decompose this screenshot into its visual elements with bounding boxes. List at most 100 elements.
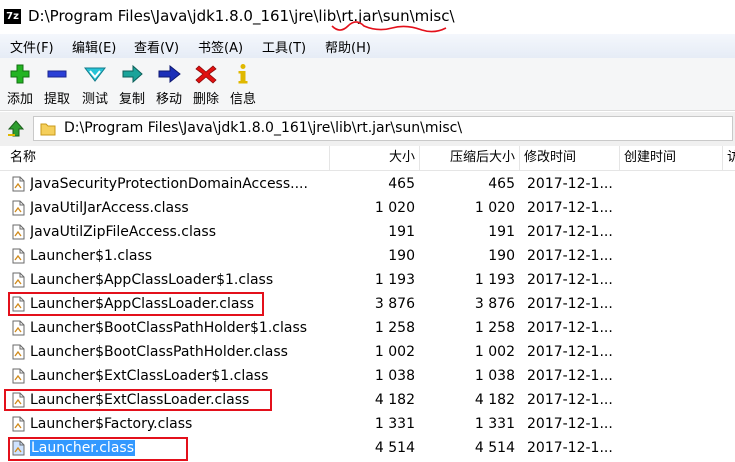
file-icon — [12, 176, 25, 192]
menu-bookmarks[interactable]: 书签(A) — [198, 37, 243, 56]
file-row[interactable]: Launcher$AppClassLoader.class 3 876 3 876 2… — [0, 292, 735, 316]
file-row[interactable]: Launcher$Factory.class 1 331 1 331 2017-12-… — [0, 412, 735, 436]
column-created[interactable]: 创建时间 — [620, 146, 723, 170]
menu-help[interactable]: 帮助(H) — [325, 37, 371, 56]
copy-label: 复制 — [118, 92, 145, 107]
file-size: 1 020 — [374, 200, 415, 216]
file-packed-size: 1 258 — [474, 320, 515, 336]
file-modified: 2017-12-1... — [527, 392, 613, 408]
file-modified: 2017-12-1... — [527, 416, 613, 432]
menu-view[interactable]: 查看(V) — [134, 37, 179, 56]
file-modified: 2017-12-1... — [527, 200, 613, 216]
title-bar: 7z D:\Program Files\Java\jdk1.8.0_161\jr… — [0, 0, 735, 34]
file-packed-size: 4 182 — [474, 392, 515, 408]
file-row[interactable]: Launcher$ExtClassLoader.class 4 182 4 182 2… — [0, 388, 735, 412]
file-icon — [12, 296, 25, 312]
delete-label: 删除 — [192, 92, 219, 107]
add-label: 添加 — [6, 92, 33, 107]
menu-tools[interactable]: 工具(T) — [262, 37, 306, 56]
file-packed-size: 3 876 — [474, 296, 515, 312]
menu-bar: 文件(F) 编辑(E) 查看(V) 书签(A) 工具(T) 帮助(H) — [0, 34, 735, 58]
file-icon — [12, 416, 25, 432]
file-name: JavaSecurityProtectionDomainAccess.... — [30, 176, 308, 192]
file-name: Launcher$ExtClassLoader$1.class — [30, 368, 269, 384]
file-icon — [12, 224, 25, 240]
test-label: 测试 — [81, 92, 108, 107]
up-folder-icon[interactable] — [6, 119, 26, 139]
file-row[interactable]: Launcher$1.class 190 190 2017-12-1... — [0, 244, 735, 268]
file-modified: 2017-12-1... — [527, 248, 613, 264]
file-size: 1 002 — [374, 344, 415, 360]
extract-label: 提取 — [43, 92, 70, 107]
column-packed-size[interactable]: 压缩后大小 — [420, 146, 520, 170]
file-icon — [12, 392, 25, 408]
file-name: Launcher$AppClassLoader.class — [30, 296, 255, 312]
file-name: JavaUtilZipFileAccess.class — [30, 224, 217, 240]
file-packed-size: 4 514 — [474, 440, 515, 456]
column-size[interactable]: 大小 — [330, 146, 420, 170]
file-modified: 2017-12-1... — [527, 176, 613, 192]
file-row[interactable]: Launcher$AppClassLoader$1.class 1 193 1 19… — [0, 268, 735, 292]
delete-x-icon — [195, 65, 217, 84]
file-modified: 2017-12-1... — [527, 344, 613, 360]
file-list: 名称 大小 压缩后大小 修改时间 创建时间 访 JavaSecurityProt… — [0, 146, 735, 462]
file-packed-size: 1 002 — [474, 344, 515, 360]
list-header: 名称 大小 压缩后大小 修改时间 创建时间 访 — [0, 146, 735, 171]
column-name[interactable]: 名称 — [0, 146, 330, 170]
toolbar: 添加 提取 测试 复制 移动 删除 信息 — [0, 58, 735, 111]
file-size: 465 — [388, 176, 415, 192]
info-button[interactable]: 信息 — [227, 62, 259, 107]
file-row[interactable]: Launcher$BootClassPathHolder$1.class 1 25… — [0, 316, 735, 340]
move-label: 移动 — [155, 92, 182, 107]
file-name: Launcher$BootClassPathHolder.class — [30, 344, 288, 360]
menu-edit[interactable]: 编辑(E) — [72, 37, 116, 56]
file-row[interactable]: Launcher$ExtClassLoader$1.class 1 038 1 03… — [0, 364, 735, 388]
address-bar: D:\Program Files\Java\jdk1.8.0_161\jre\l… — [0, 112, 735, 147]
delete-button[interactable]: 删除 — [190, 62, 222, 107]
file-row[interactable]: JavaUtilJarAccess.class 1 020 1 020 2017-12… — [0, 196, 735, 220]
extract-button[interactable]: 提取 — [41, 62, 73, 107]
plus-icon — [10, 64, 30, 84]
file-icon — [12, 320, 25, 336]
copy-arrow-icon — [122, 64, 143, 84]
column-modified[interactable]: 修改时间 — [520, 146, 620, 170]
file-row[interactable]: JavaUtilZipFileAccess.class 191 191 2017-12… — [0, 220, 735, 244]
file-name: Launcher$AppClassLoader$1.class — [30, 272, 274, 288]
file-packed-size: 190 — [488, 248, 515, 264]
file-size: 191 — [388, 224, 415, 240]
file-modified: 2017-12-1... — [527, 320, 613, 336]
file-size: 1 331 — [374, 416, 415, 432]
move-button[interactable]: 移动 — [153, 62, 185, 107]
file-packed-size: 1 020 — [474, 200, 515, 216]
file-modified: 2017-12-1... — [527, 440, 613, 456]
file-packed-size: 1 331 — [474, 416, 515, 432]
file-modified: 2017-12-1... — [527, 368, 613, 384]
file-size: 3 876 — [374, 296, 415, 312]
file-modified: 2017-12-1... — [527, 272, 613, 288]
file-size: 190 — [388, 248, 415, 264]
file-icon — [12, 440, 25, 456]
check-down-icon — [83, 67, 107, 82]
file-packed-size: 465 — [488, 176, 515, 192]
copy-button[interactable]: 复制 — [116, 62, 148, 107]
file-row[interactable]: JavaSecurityProtectionDomainAccess.... 46… — [0, 172, 735, 196]
info-icon — [238, 64, 248, 84]
file-row[interactable]: Launcher$BootClassPathHolder.class 1 002 1… — [0, 340, 735, 364]
file-icon — [12, 344, 25, 360]
file-row[interactable]: Launcher.class 4 514 4 514 2017-12-1... — [0, 436, 735, 460]
window-title: D:\Program Files\Java\jdk1.8.0_161\jre\l… — [28, 7, 455, 25]
path-text: D:\Program Files\Java\jdk1.8.0_161\jre\l… — [64, 120, 463, 136]
file-modified: 2017-12-1... — [527, 224, 613, 240]
file-name: Launcher$BootClassPathHolder$1.class — [30, 320, 308, 336]
file-size: 1 038 — [374, 368, 415, 384]
add-button[interactable]: 添加 — [4, 62, 36, 107]
file-icon — [12, 272, 25, 288]
app-logo-icon: 7z — [4, 9, 21, 24]
file-packed-size: 1 038 — [474, 368, 515, 384]
menu-file[interactable]: 文件(F) — [10, 37, 54, 56]
file-icon — [12, 200, 25, 216]
path-input[interactable]: D:\Program Files\Java\jdk1.8.0_161\jre\l… — [33, 116, 733, 141]
file-icon — [12, 368, 25, 384]
test-button[interactable]: 测试 — [79, 62, 111, 107]
column-extra[interactable]: 访 — [723, 146, 735, 170]
